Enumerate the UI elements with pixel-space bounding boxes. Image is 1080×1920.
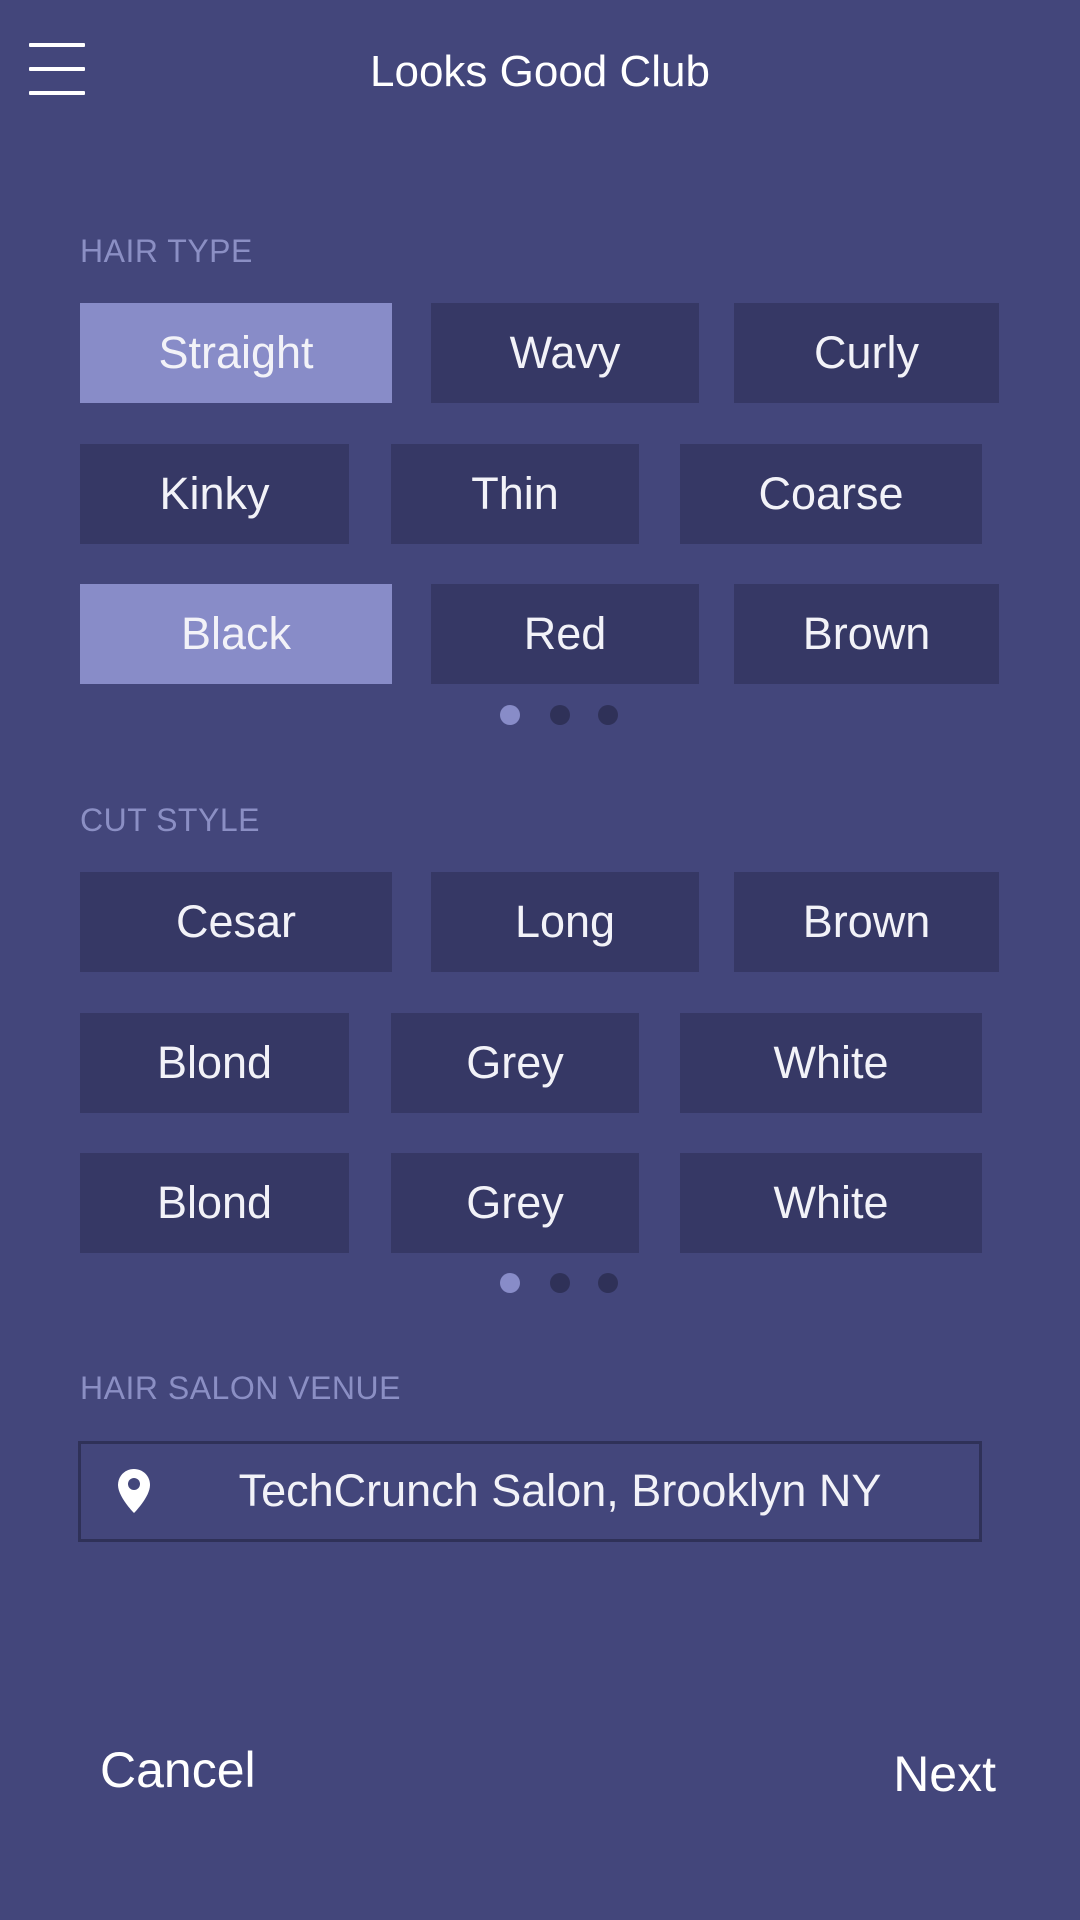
- venue-value: TechCrunch Salon, Brooklyn NY: [238, 1465, 882, 1516]
- cut-style-option[interactable]: Cesar: [80, 872, 392, 972]
- pager-dot[interactable]: [550, 705, 570, 725]
- hair-type-option[interactable]: Coarse: [680, 444, 982, 544]
- cut-style-label: CUT STYLE: [80, 802, 260, 838]
- pager-dot[interactable]: [500, 1273, 520, 1293]
- cancel-button[interactable]: Cancel: [100, 1740, 256, 1800]
- pager-dot[interactable]: [598, 705, 618, 725]
- cut-style-option[interactable]: White: [680, 1153, 982, 1253]
- cut-style-option[interactable]: Blond: [80, 1153, 349, 1253]
- hair-type-option[interactable]: Brown: [734, 584, 999, 684]
- hair-type-option[interactable]: Thin: [391, 444, 639, 544]
- hair-type-option[interactable]: Kinky: [80, 444, 349, 544]
- cut-style-option[interactable]: Brown: [734, 872, 999, 972]
- hair-type-option[interactable]: Wavy: [431, 303, 699, 403]
- pager-dot[interactable]: [550, 1273, 570, 1293]
- location-pin-icon: [117, 1468, 151, 1514]
- hair-type-label: HAIR TYPE: [80, 233, 253, 269]
- pager-dot[interactable]: [500, 705, 520, 725]
- cut-style-option[interactable]: Grey: [391, 1013, 639, 1113]
- cut-style-option[interactable]: Blond: [80, 1013, 349, 1113]
- app-title: Looks Good Club: [370, 47, 710, 96]
- hair-type-option[interactable]: Black: [80, 584, 392, 684]
- pager-dot[interactable]: [598, 1273, 618, 1293]
- hair-type-option[interactable]: Straight: [80, 303, 392, 403]
- next-button[interactable]: Next: [893, 1744, 996, 1804]
- cut-style-option[interactable]: Long: [431, 872, 699, 972]
- venue-label: HAIR SALON VENUE: [80, 1370, 401, 1406]
- hair-type-option[interactable]: Curly: [734, 303, 999, 403]
- cut-style-option[interactable]: White: [680, 1013, 982, 1113]
- cut-style-option[interactable]: Grey: [391, 1153, 639, 1253]
- hair-type-option[interactable]: Red: [431, 584, 699, 684]
